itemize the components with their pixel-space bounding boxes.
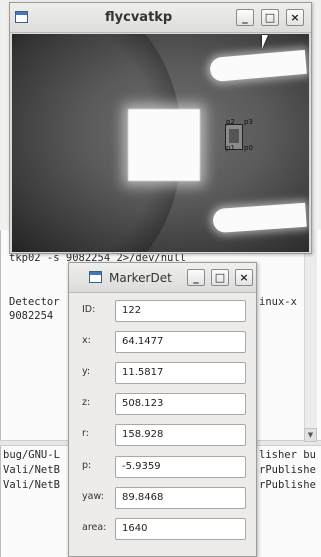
field-row-y: y: 11.5817 [69,362,258,384]
terminal-scrollbar[interactable] [304,230,317,444]
terminal-line: inux-x [259,296,297,308]
yaw-field[interactable]: 89.8468 [115,487,246,509]
z-label: z: [82,397,91,408]
r-field[interactable]: 158.928 [115,424,246,446]
r-label: r: [82,428,89,439]
field-row-r: r: 158.928 [69,424,258,446]
camera-window: flycvatkp _ □ × p2 p3 p1 p0 [9,2,312,254]
marker-corner-label: p0 [244,144,253,152]
p-field[interactable]: -5.9359 [115,456,246,478]
y-label: y: [82,366,91,377]
mouse-cursor-icon [262,35,274,49]
field-row-x: x: 64.1477 [69,331,258,353]
marker-minimize-button[interactable]: _ [187,269,205,286]
x-field[interactable]: 64.1477 [115,331,246,353]
marker-window-title: MarkerDet [109,271,172,285]
yaw-label: yaw: [82,491,104,502]
camera-titlebar[interactable]: flycvatkp _ □ × [10,3,311,33]
id-field[interactable]: 122 [115,300,246,322]
scroll-down-arrow-icon[interactable]: ▼ [304,428,317,442]
light-tube-top [209,49,307,83]
field-row-z: z: 508.123 [69,393,258,415]
camera-feed: p2 p3 p1 p0 [12,34,309,252]
terminal-line: Vali/NetB [3,479,60,491]
camera-maximize-button[interactable]: □ [261,9,279,26]
terminal-line: rPublishe [259,479,316,491]
terminal-line: rPublishe [259,464,316,476]
window-app-icon [89,271,102,283]
p-label: p: [82,460,92,471]
marker-corner-label: p1 [226,144,235,152]
marker-corner-label: p3 [244,118,253,126]
terminal-line: lisher bu [259,449,316,461]
field-row-yaw: yaw: 89.8468 [69,487,258,509]
field-row-p: p: -5.9359 [69,456,258,478]
y-field[interactable]: 11.5817 [115,362,246,384]
x-label: x: [82,335,91,346]
id-label: ID: [82,304,96,315]
marker-titlebar[interactable]: MarkerDet _ □ × [69,263,256,293]
field-row-area: area: 1640 [69,518,258,540]
ceiling-square-light [128,109,200,181]
window-app-icon [15,11,28,23]
camera-minimize-button[interactable]: _ [236,9,254,26]
marker-corner-label: p2 [226,118,235,126]
camera-window-title: flycvatkp [105,10,173,25]
terminal-line: Detector [9,296,60,308]
z-field[interactable]: 508.123 [115,393,246,415]
area-label: area: [82,522,107,533]
light-tube-bottom [212,202,307,234]
terminal-line: 9082254 [9,310,54,322]
marker-maximize-button[interactable]: □ [211,269,229,286]
field-row-id: ID: 122 [69,300,258,322]
marker-close-button[interactable]: × [235,269,253,286]
camera-close-button[interactable]: × [286,9,304,26]
terminal-line: bug/GNU-L [3,449,60,461]
terminal-line: Vali/NetB [3,464,60,476]
area-field[interactable]: 1640 [115,518,246,540]
marker-detector-window: MarkerDet _ □ × ID: 122 x: 64.1477 y: 11… [68,262,257,557]
